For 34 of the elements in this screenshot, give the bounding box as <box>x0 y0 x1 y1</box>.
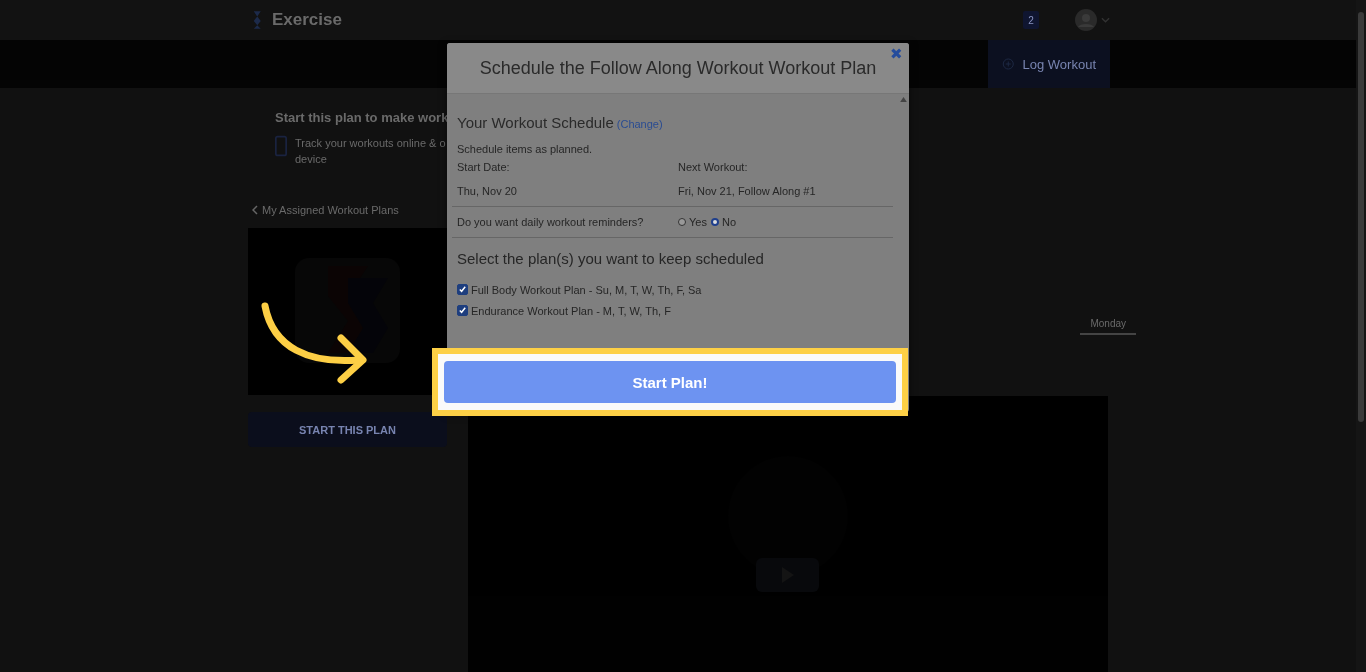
reminder-radio[interactable]: No <box>710 216 736 228</box>
start-this-plan-button[interactable]: START THIS PLAN <box>248 412 447 447</box>
scroll-up-icon[interactable] <box>900 97 907 102</box>
plan-intro-text: device <box>295 152 328 167</box>
change-link[interactable]: (Change) <box>616 118 663 130</box>
close-button[interactable]: ✖ <box>888 45 905 63</box>
start-date-label: Start Date: <box>457 161 511 173</box>
chevron-down-icon[interactable] <box>1101 17 1110 23</box>
checkbox[interactable] <box>457 305 468 316</box>
plan-intro-text: Track your workouts online & o <box>295 136 446 151</box>
plan-intro-heading: Start this plan to make work <box>275 110 447 125</box>
plan-option[interactable]: Endurance Workout Plan - M, T, W, Th, F <box>457 300 893 321</box>
schedule-note: Schedule items as planned. <box>457 143 594 155</box>
notification-badge[interactable]: 2 <box>1023 11 1039 29</box>
section-heading: Your Workout Schedule <box>457 114 614 131</box>
avatar-icon[interactable] <box>1075 9 1097 31</box>
start-plan-button[interactable]: Start Plan! <box>444 361 896 403</box>
modal-title: Schedule the Follow Along Workout Workout Plan <box>479 57 877 79</box>
reminder-question: Do you want daily workout reminders? <box>457 216 645 228</box>
back-link[interactable]: My Assigned Workout Plans <box>248 204 447 216</box>
day-tab[interactable]: Monday <box>1080 314 1136 335</box>
app-name: Exercise <box>272 10 342 30</box>
log-workout-button[interactable]: Log Workout <box>988 40 1110 88</box>
phone-icon <box>275 135 287 157</box>
checkbox[interactable] <box>457 284 468 295</box>
reminder-radio[interactable]: Yes <box>678 216 707 228</box>
section-heading: Select the plan(s) you want to keep scheduled <box>457 250 765 267</box>
chevron-left-icon <box>252 205 258 215</box>
next-workout-label: Next Workout: <box>678 161 749 173</box>
plan-option[interactable]: Full Body Workout Plan - Su, M, T, W, Th, F, Sa <box>457 279 893 300</box>
scrollbar-thumb[interactable] <box>1358 12 1364 422</box>
next-workout-value: Fri, Nov 21, Follow Along #1 <box>678 185 817 197</box>
plus-circle-icon <box>1002 55 1015 73</box>
start-date-value: Thu, Nov 20 <box>457 185 518 197</box>
